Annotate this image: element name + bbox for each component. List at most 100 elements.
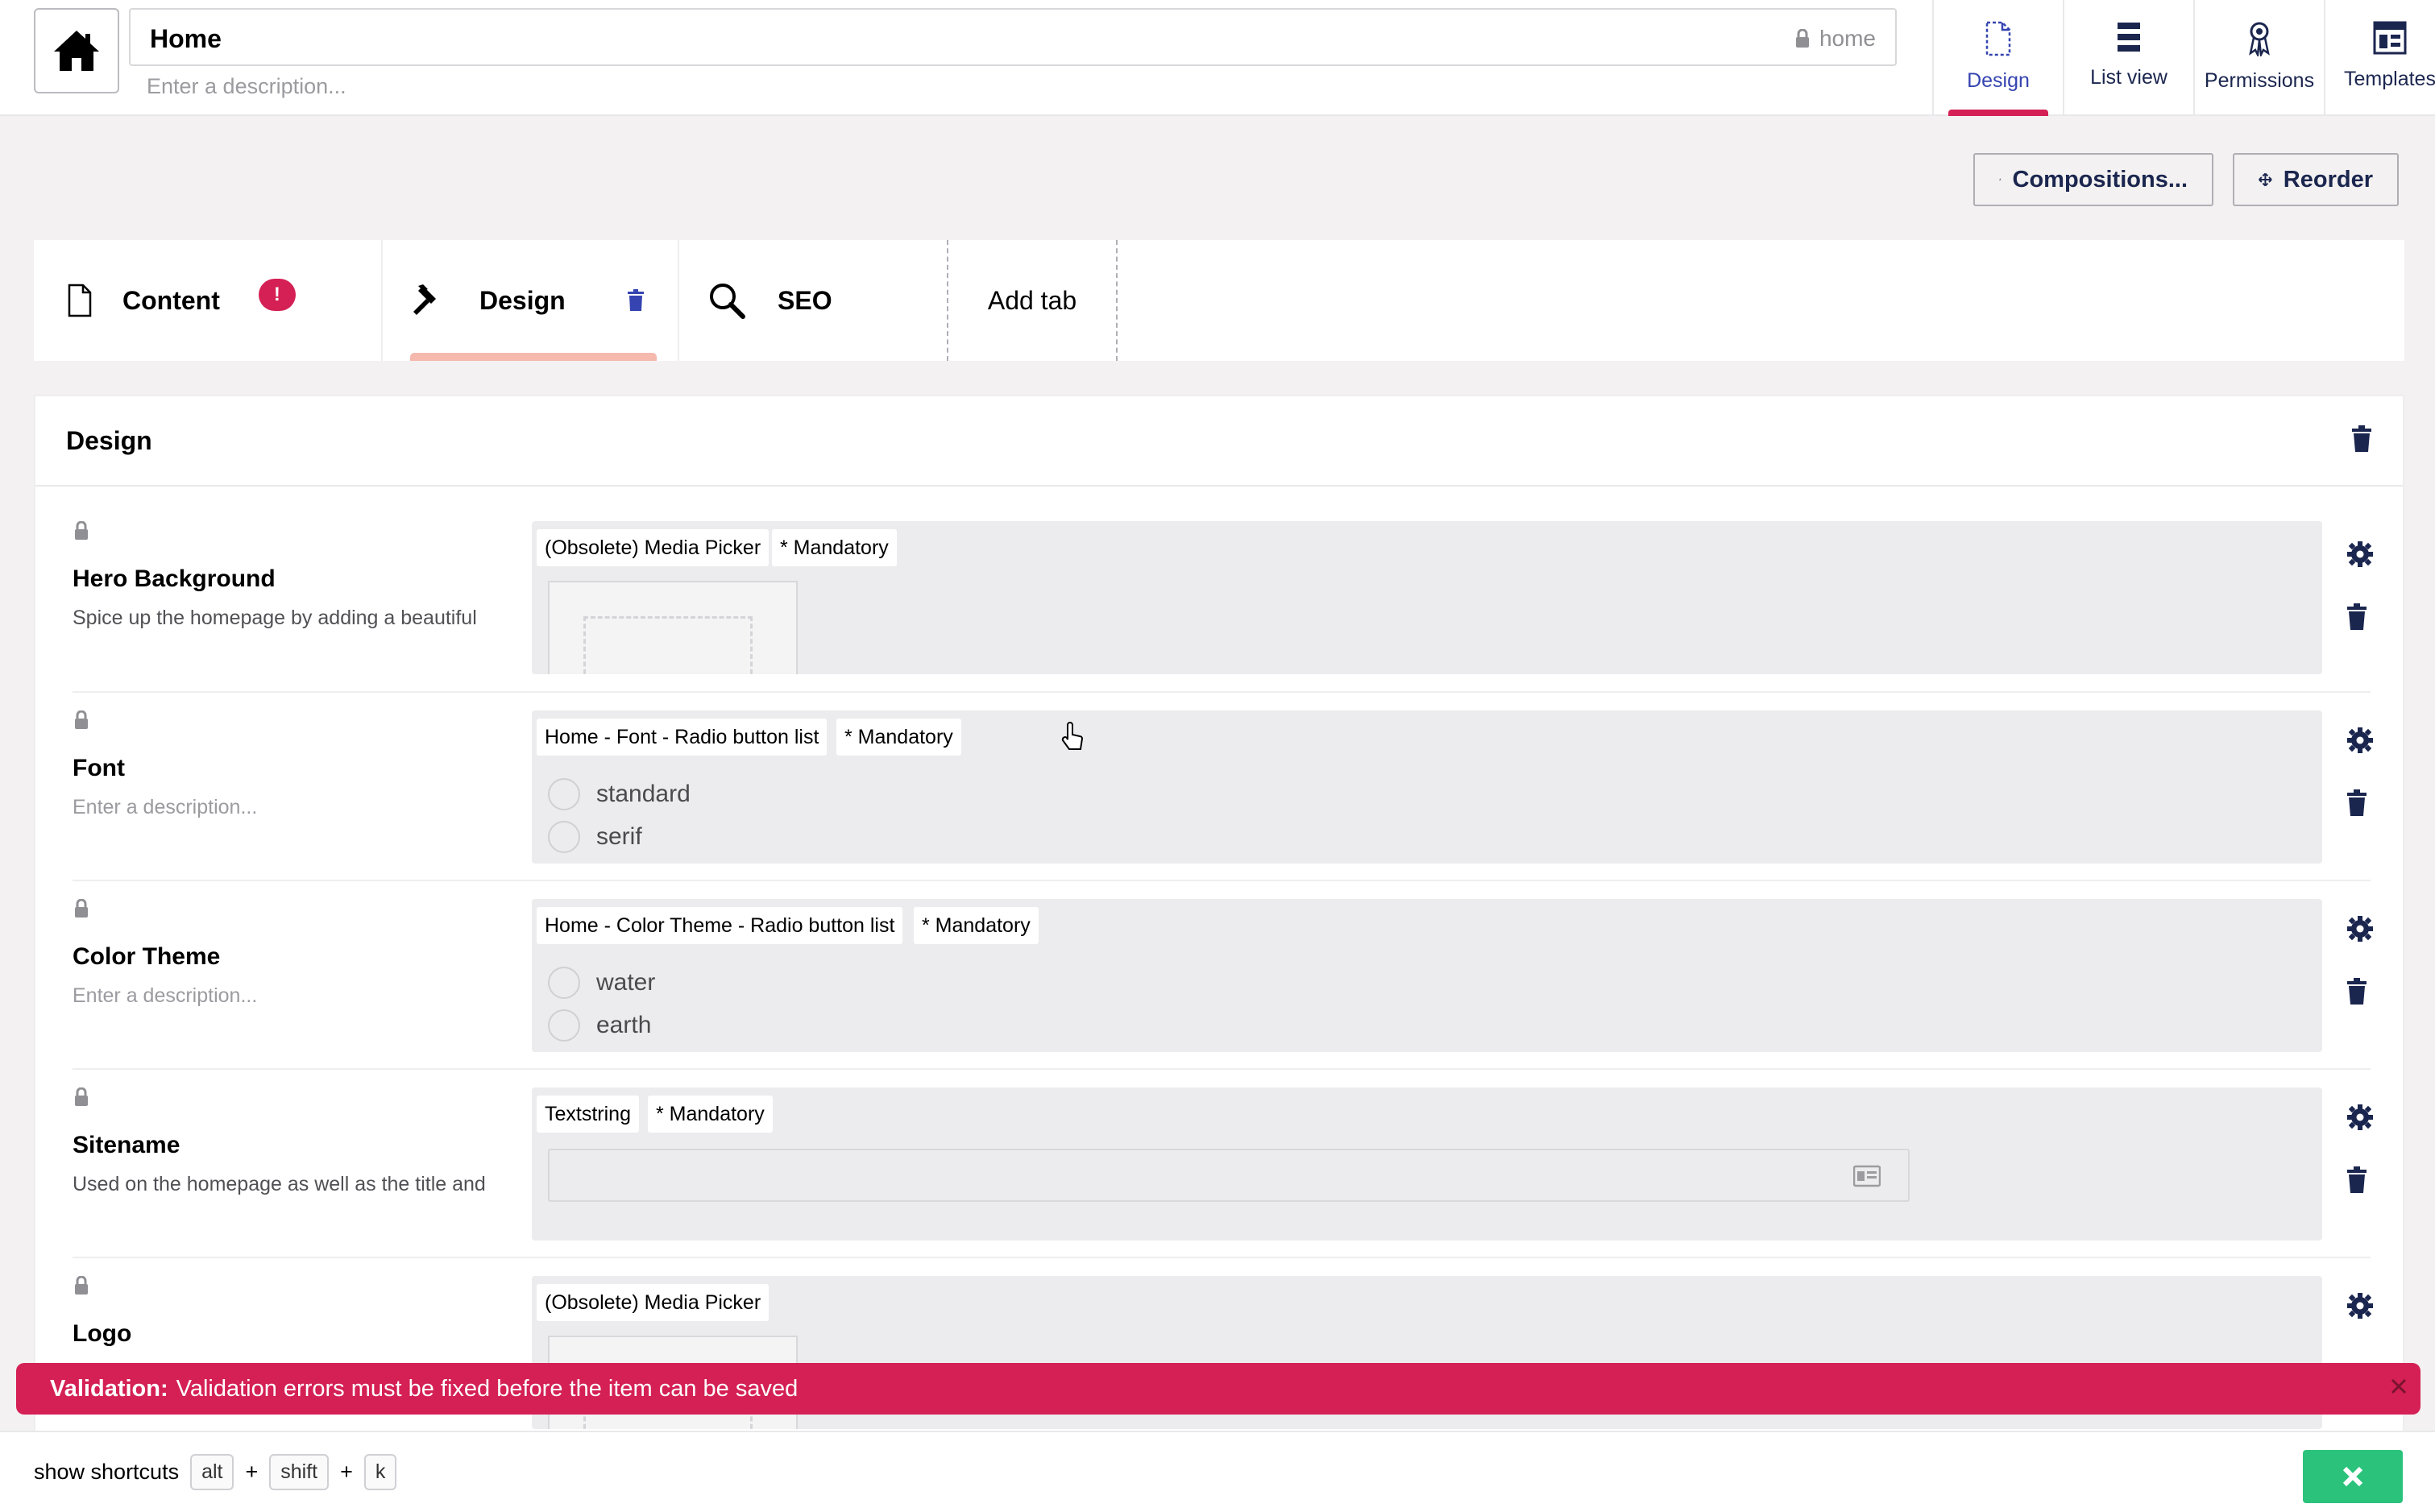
alias-field[interactable]: home	[1795, 26, 1876, 52]
tab-content-label: Content	[122, 285, 220, 315]
close-button[interactable]	[2303, 1450, 2403, 1503]
property-editor-preview[interactable]: Home - Font - Radio button list * Mandat…	[532, 710, 2322, 864]
textstring-preview	[548, 1149, 1910, 1202]
property-description: Enter a description...	[73, 796, 258, 818]
gear-icon[interactable]	[2346, 1104, 2374, 1131]
property-name: Color Theme	[73, 943, 221, 970]
mandatory-tag: * Mandatory	[914, 907, 1039, 944]
trash-icon[interactable]	[2346, 1166, 2367, 1194]
key-shift: shift	[269, 1454, 330, 1490]
radio-option-label: water	[596, 969, 656, 996]
radio-option: standard	[548, 778, 691, 810]
media-picker-preview	[548, 581, 798, 674]
gear-icon[interactable]	[2346, 727, 2374, 754]
divider	[73, 880, 2371, 881]
property-row[interactable]: Hero Background Spice up the homepage by…	[35, 521, 2374, 706]
description-input[interactable]: Enter a description...	[147, 74, 346, 99]
lock-icon[interactable]	[74, 1276, 89, 1295]
tab-design[interactable]: Design	[383, 240, 679, 361]
editor-name-tag: (Obsolete) Media Picker	[537, 529, 769, 566]
trash-icon[interactable]	[2346, 978, 2367, 1005]
nav-templates-label: Templates	[2344, 68, 2435, 90]
trash-icon[interactable]	[2346, 789, 2367, 817]
key-plus: +	[340, 1460, 353, 1484]
property-editor-preview[interactable]: Home - Color Theme - Radio button list *…	[532, 899, 2322, 1052]
hammer-icon	[413, 284, 436, 315]
property-editor-preview[interactable]: (Obsolete) Media Picker * Mandatory	[532, 521, 2322, 674]
trash-icon[interactable]	[627, 289, 645, 312]
search-icon	[710, 284, 745, 319]
divider	[73, 691, 2371, 693]
divider	[73, 1068, 2371, 1070]
hand-cursor-icon	[1061, 722, 1084, 750]
reorder-label: Reorder	[2283, 166, 2373, 193]
tab-seo[interactable]: SEO	[679, 240, 948, 361]
editor-name-tag: Home - Font - Radio button list	[537, 719, 828, 756]
gear-icon[interactable]	[2346, 1292, 2374, 1319]
key-plus: +	[245, 1460, 259, 1484]
lock-icon[interactable]	[74, 521, 89, 541]
property-description: Spice up the homepage by adding a beauti…	[73, 607, 477, 629]
property-row[interactable]: Font Enter a description... Home - Font …	[35, 710, 2374, 880]
mandatory-tag: * Mandatory	[648, 1096, 773, 1133]
permissions-icon	[2249, 22, 2270, 56]
list-icon	[2118, 23, 2140, 52]
show-shortcuts-link[interactable]: show shortcuts	[34, 1460, 179, 1485]
property-row[interactable]: Sitename Used on the homepage as well as…	[35, 1087, 2374, 1257]
add-tab-button[interactable]: Add tab	[948, 240, 1118, 361]
name-value: Home	[150, 24, 222, 53]
property-description: Used on the homepage as well as the titl…	[73, 1173, 486, 1195]
tab-bar: Content ! Design SEO Add tab	[34, 240, 2404, 361]
compositions-button[interactable]: Compositions...	[1973, 153, 2213, 206]
tab-content[interactable]: Content !	[34, 240, 383, 361]
alias-value: home	[1819, 26, 1876, 51]
property-description: Enter a description...	[73, 984, 258, 1007]
mandatory-tag: * Mandatory	[836, 719, 961, 756]
gear-icon[interactable]	[2346, 541, 2374, 568]
name-input[interactable]: Home home	[129, 8, 1897, 66]
radio-option-label: standard	[596, 781, 691, 807]
home-icon	[54, 31, 99, 71]
property-row[interactable]: Color Theme Enter a description... Home …	[35, 899, 2374, 1068]
gear-icon[interactable]	[2346, 915, 2374, 942]
lock-icon[interactable]	[74, 1087, 89, 1107]
key-alt: alt	[190, 1454, 234, 1490]
group-title[interactable]: Design	[66, 426, 152, 456]
lock-icon	[1795, 29, 1809, 48]
compositions-icon	[1999, 178, 2002, 181]
close-icon[interactable]	[2388, 1376, 2409, 1397]
property-group: Design Hero Background Spice up the home…	[34, 395, 2404, 1442]
alert-message: Validation errors must be fixed before t…	[176, 1375, 799, 1402]
nav-list-view-label: List view	[2090, 66, 2167, 89]
key-k: k	[363, 1454, 397, 1490]
nav-permissions[interactable]: Permissions	[2193, 0, 2324, 116]
document-type-icon-picker[interactable]	[34, 8, 119, 93]
editor-navigation: Design List view Permissions Templates	[1932, 0, 2435, 116]
editor-name-tag: Home - Color Theme - Radio button list	[537, 907, 903, 944]
error-badge: !	[258, 279, 296, 311]
nav-templates[interactable]: Templates	[2324, 0, 2435, 116]
layout-icon	[2373, 21, 2407, 55]
nav-design[interactable]: Design	[1932, 0, 2063, 116]
add-tab-label: Add tab	[987, 285, 1077, 315]
group-header: Design	[35, 396, 2403, 487]
lock-icon[interactable]	[74, 710, 89, 730]
reorder-button[interactable]: Reorder	[2233, 153, 2399, 206]
property-name: Font	[73, 755, 125, 781]
alert-title: Validation:	[50, 1375, 168, 1402]
document-icon	[1985, 21, 2011, 56]
property-editor-preview[interactable]: Textstring * Mandatory	[532, 1087, 2322, 1241]
nav-list-view[interactable]: List view	[2063, 0, 2193, 116]
radio-option: water	[548, 967, 655, 999]
radio-option: serif	[548, 821, 642, 853]
radio-option-label: serif	[596, 823, 642, 850]
footer-bar: show shortcuts alt + shift + k	[0, 1431, 2435, 1512]
compositions-label: Compositions...	[2012, 166, 2188, 193]
divider	[73, 1257, 2371, 1258]
close-icon	[2342, 1466, 2363, 1487]
editor-header: Home home Enter a description... Design …	[0, 0, 2435, 116]
nav-permissions-label: Permissions	[2204, 69, 2315, 92]
lock-icon[interactable]	[74, 899, 89, 918]
trash-icon[interactable]	[2346, 603, 2367, 631]
trash-icon[interactable]	[2351, 425, 2372, 453]
